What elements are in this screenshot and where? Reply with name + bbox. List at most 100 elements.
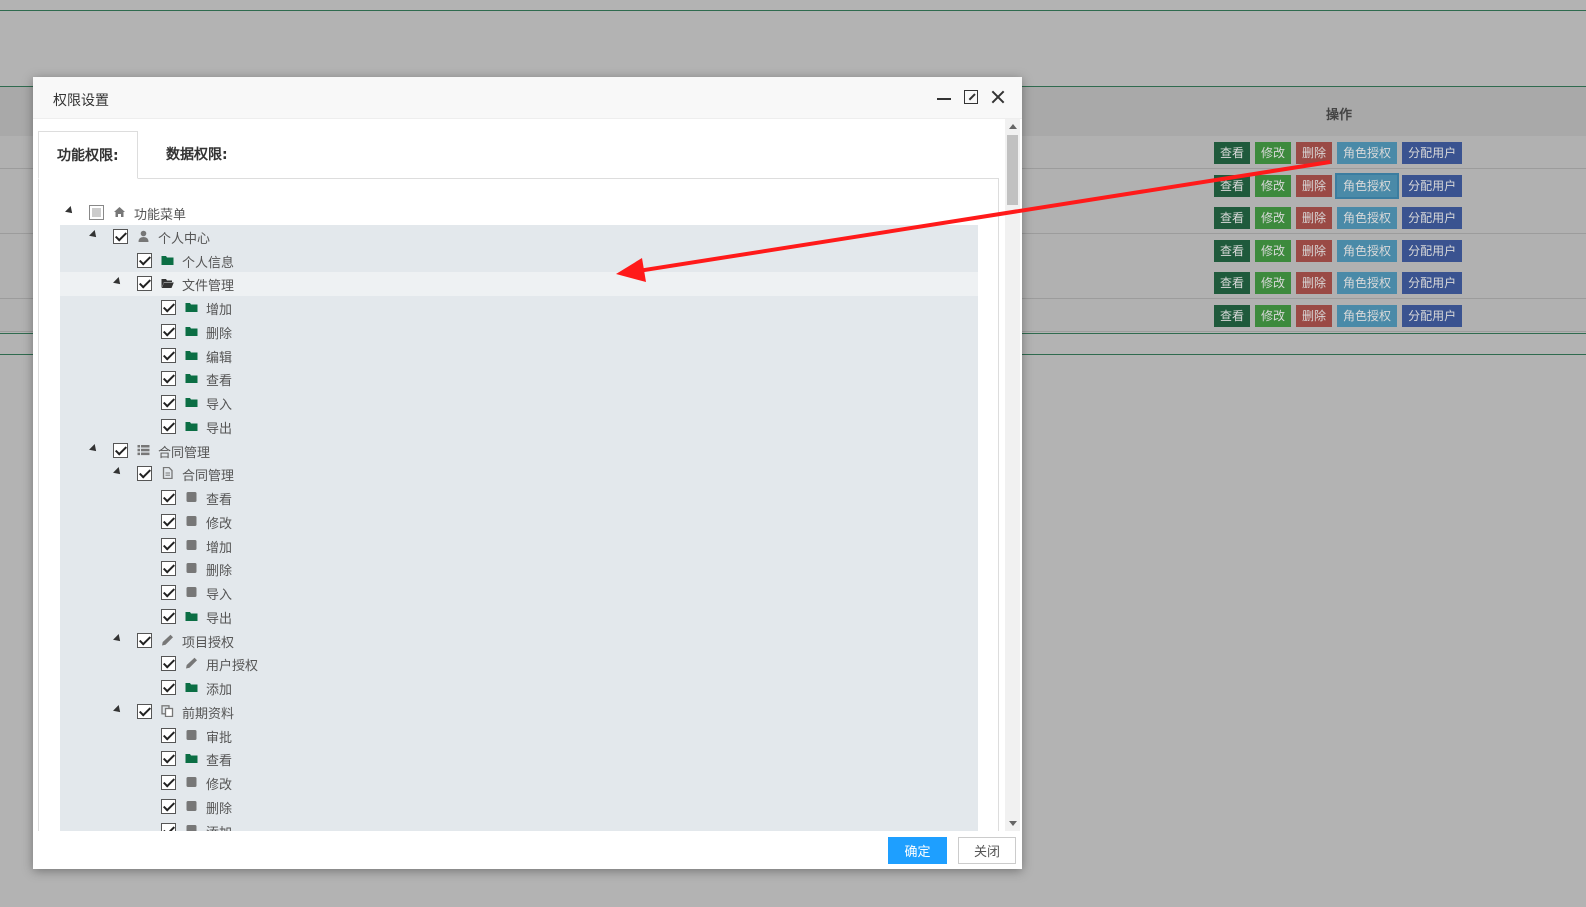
dialog-scrollbar[interactable] (1005, 119, 1020, 831)
tree-node[interactable]: 查看 (60, 747, 978, 771)
tree-node[interactable]: 文件管理 (60, 272, 978, 296)
expand-toggle-icon[interactable] (113, 467, 123, 478)
node-checkbox[interactable] (161, 323, 176, 339)
node-checkbox[interactable] (113, 442, 128, 458)
node-checkbox[interactable] (161, 513, 176, 529)
node-checkbox[interactable] (137, 276, 152, 292)
tree-node[interactable]: 修改 (60, 509, 978, 534)
edit-button[interactable]: 修改 (1255, 207, 1292, 230)
node-checkbox[interactable] (161, 490, 176, 505)
edit-button[interactable]: 修改 (1255, 272, 1292, 295)
edit-button[interactable]: 修改 (1255, 305, 1292, 327)
assign-users-button[interactable]: 分配用户 (1402, 207, 1463, 230)
maximize-icon[interactable] (964, 90, 978, 104)
node-checkbox[interactable] (161, 537, 176, 553)
view-button[interactable]: 查看 (1214, 305, 1251, 327)
edit-button[interactable]: 修改 (1255, 174, 1292, 197)
delete-button[interactable]: 删除 (1296, 174, 1333, 197)
view-button[interactable]: 查看 (1214, 272, 1251, 295)
node-checkbox[interactable] (161, 347, 176, 363)
tree-node[interactable]: 个人信息 (60, 248, 978, 273)
assign-users-button[interactable]: 分配用户 (1402, 305, 1463, 327)
expand-toggle-icon[interactable] (113, 633, 123, 644)
assign-users-button[interactable]: 分配用户 (1402, 174, 1463, 197)
tree-node[interactable]: 删除 (60, 794, 978, 819)
expand-toggle-icon[interactable] (89, 443, 99, 454)
close-button[interactable]: 关闭 (958, 837, 1016, 864)
expand-toggle-icon[interactable] (113, 277, 123, 288)
confirm-button[interactable]: 确定 (888, 837, 947, 864)
tab-data-permission[interactable]: 数据权限: (148, 131, 246, 179)
node-checkbox[interactable] (137, 252, 152, 268)
tree-node[interactable]: 增加 (60, 533, 978, 558)
delete-button[interactable]: 删除 (1296, 305, 1333, 327)
tree-node[interactable]: 删除 (60, 557, 978, 581)
edit-button[interactable]: 修改 (1255, 239, 1292, 262)
tree-node[interactable]: 查看 (60, 367, 978, 391)
tree-node[interactable]: 删除 (60, 319, 978, 344)
delete-button[interactable]: 删除 (1296, 207, 1333, 230)
close-icon[interactable] (990, 89, 1006, 105)
scroll-down-icon[interactable] (1009, 821, 1017, 826)
tree-node[interactable]: 导入 (60, 391, 978, 415)
node-checkbox[interactable] (161, 727, 176, 743)
role-auth-button[interactable]: 角色授权 (1337, 272, 1398, 295)
scroll-up-icon[interactable] (1009, 124, 1017, 129)
delete-button[interactable]: 删除 (1296, 239, 1333, 262)
node-checkbox[interactable] (161, 371, 176, 387)
delete-button[interactable]: 删除 (1296, 272, 1333, 295)
node-checkbox[interactable] (161, 608, 176, 624)
view-button[interactable]: 查看 (1214, 142, 1251, 164)
expand-toggle-icon[interactable] (113, 704, 123, 715)
node-checkbox[interactable] (161, 656, 176, 672)
node-checkbox[interactable] (161, 561, 176, 577)
tree-node[interactable]: 合同管理 (60, 438, 978, 463)
node-checkbox[interactable] (137, 703, 152, 719)
delete-button[interactable]: 删除 (1296, 142, 1333, 164)
node-checkbox[interactable] (161, 395, 176, 410)
tree-node[interactable]: 增加 (60, 296, 978, 320)
tree-node[interactable]: 用户授权 (60, 652, 978, 676)
tree-node[interactable]: 查看 (60, 486, 978, 510)
role-auth-button[interactable]: 角色授权 (1335, 172, 1400, 199)
node-checkbox[interactable] (161, 751, 176, 767)
node-checkbox[interactable] (89, 205, 104, 220)
tree-node[interactable]: 修改 (60, 771, 978, 795)
node-checkbox[interactable] (161, 418, 176, 434)
tree-node[interactable]: 项目授权 (60, 628, 978, 653)
role-auth-button[interactable]: 角色授权 (1337, 142, 1398, 164)
view-button[interactable]: 查看 (1214, 207, 1251, 230)
tree-node[interactable]: 添加 (60, 818, 978, 831)
expand-toggle-icon[interactable] (89, 229, 99, 240)
expand-toggle-icon[interactable] (65, 206, 75, 216)
node-checkbox[interactable] (113, 228, 128, 244)
tree-node[interactable]: 导出 (60, 414, 978, 439)
minimize-icon[interactable] (936, 89, 952, 105)
tree-node[interactable]: 添加 (60, 676, 978, 700)
scroll-thumb[interactable] (1007, 135, 1018, 205)
edit-button[interactable]: 修改 (1255, 142, 1292, 164)
node-checkbox[interactable] (161, 775, 176, 790)
role-auth-button[interactable]: 角色授权 (1337, 239, 1398, 262)
tree-node[interactable]: 功能菜单 (60, 201, 978, 225)
tree-node[interactable]: 审批 (60, 723, 978, 748)
tree-node[interactable]: 个人中心 (60, 224, 978, 249)
tree-node[interactable]: 导入 (60, 581, 978, 605)
tree-node[interactable]: 合同管理 (60, 462, 978, 486)
view-button[interactable]: 查看 (1214, 174, 1251, 197)
node-checkbox[interactable] (161, 300, 176, 315)
assign-users-button[interactable]: 分配用户 (1402, 239, 1463, 262)
tree-node[interactable]: 前期资料 (60, 699, 978, 724)
tree-node[interactable]: 导出 (60, 604, 978, 629)
view-button[interactable]: 查看 (1214, 239, 1251, 262)
node-checkbox[interactable] (161, 680, 176, 695)
node-checkbox[interactable] (161, 822, 176, 831)
node-checkbox[interactable] (137, 466, 152, 482)
tab-function-permission[interactable]: 功能权限: (38, 131, 138, 179)
node-checkbox[interactable] (161, 798, 176, 814)
assign-users-button[interactable]: 分配用户 (1402, 142, 1463, 164)
node-checkbox[interactable] (137, 632, 152, 648)
tree-node[interactable]: 编辑 (60, 343, 978, 368)
node-checkbox[interactable] (161, 585, 176, 600)
role-auth-button[interactable]: 角色授权 (1337, 305, 1398, 327)
